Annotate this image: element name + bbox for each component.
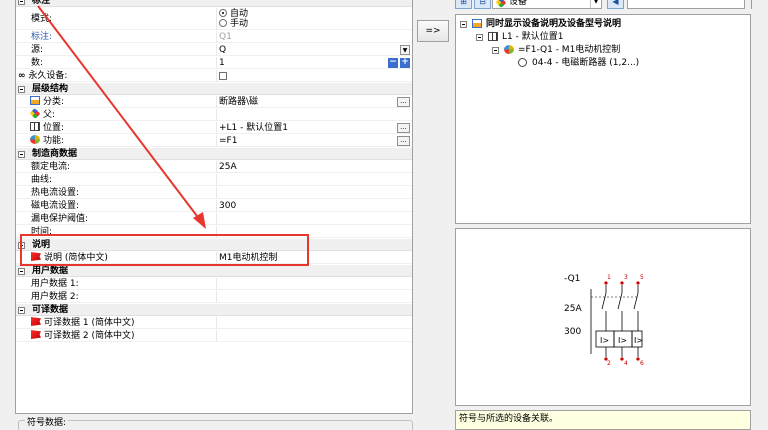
right-toolbar: ⊞ ⊟ 设备 ▼ ◀ ▶	[455, 0, 768, 12]
collapse-icon[interactable]	[492, 47, 499, 54]
assign-button[interactable]: =>	[417, 20, 449, 42]
hint-text: 符号与所选的设备关联。	[455, 410, 751, 430]
svg-text:I>: I>	[618, 336, 627, 345]
device-tree: 同时显示设备说明及设备型号说明 L1 - 默认位置1 =F1-Q1 - M1电动…	[455, 14, 751, 224]
collapse-icon[interactable]	[476, 34, 483, 41]
search-input[interactable]	[627, 0, 745, 9]
back-arrow-icon[interactable]: ◀	[607, 0, 624, 9]
symbol-data-group: 符号数据:	[18, 415, 413, 430]
location-icon	[488, 32, 498, 41]
breaker-schematic: -Q1 25A 300 I> I> I> 1 3 5 2 4 6	[564, 274, 644, 367]
pole-top-dot	[620, 281, 624, 285]
device-icon	[504, 45, 514, 54]
pole-top-dot	[636, 281, 640, 285]
terminal-bottom-4: 4	[624, 360, 628, 367]
svg-text:I>: I>	[634, 336, 643, 345]
device-filter-combo[interactable]: 设备 ▼	[492, 0, 602, 9]
svg-text:I>: I>	[600, 336, 609, 345]
tree-view-alt-icon[interactable]: ⊟	[474, 0, 491, 9]
terminal-bottom-2: 2	[607, 360, 611, 367]
pole-contact	[633, 292, 639, 310]
pole-contact	[617, 292, 623, 310]
terminal-bottom-6: 6	[640, 360, 644, 367]
hierarchy-icon	[472, 19, 482, 28]
pole-top-dot	[604, 281, 608, 285]
terminal-top-3: 3	[624, 274, 628, 281]
schematic-setting: 300	[564, 327, 581, 337]
breaker-symbol-icon	[518, 58, 527, 67]
terminal-top-1: 1	[607, 274, 611, 281]
schematic-tag: -Q1	[564, 274, 580, 284]
device-icon	[495, 0, 507, 8]
pole-contact	[601, 292, 607, 310]
dropdown-arrow-icon: ▼	[590, 0, 601, 8]
collapse-icon[interactable]	[460, 21, 467, 28]
symbol-preview: -Q1 25A 300 I> I> I> 1 3 5 2 4 6	[455, 228, 751, 406]
scrollbar[interactable]	[752, 0, 768, 430]
terminal-top-5: 5	[640, 274, 644, 281]
tree-view-icon[interactable]: ⊞	[455, 0, 472, 9]
schematic-rating: 25A	[564, 304, 582, 314]
